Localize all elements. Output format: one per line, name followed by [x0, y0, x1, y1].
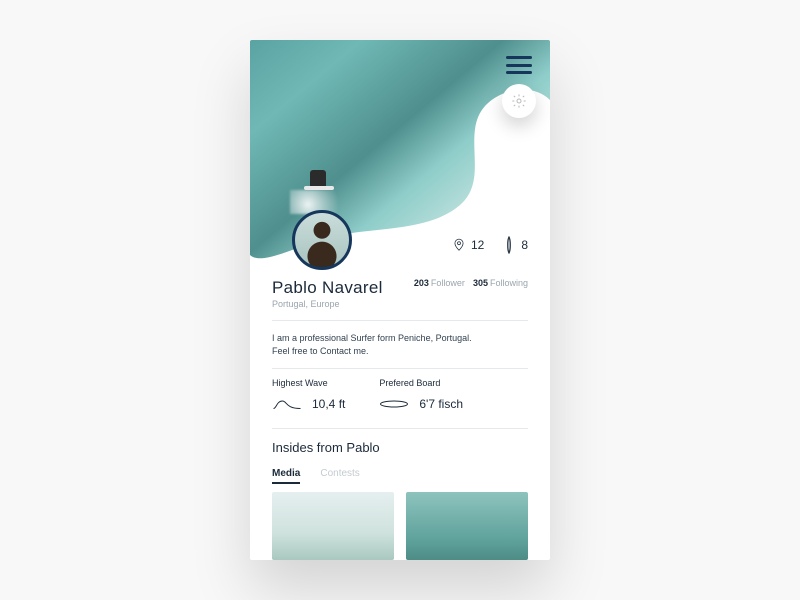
- menu-button[interactable]: [506, 56, 532, 74]
- pin-icon: [452, 236, 466, 254]
- spots-stat: 12: [452, 236, 484, 254]
- boards-stat: 8: [502, 236, 528, 254]
- following-stat[interactable]: 305Following: [473, 278, 528, 288]
- settings-button[interactable]: [502, 84, 536, 118]
- tab-contests[interactable]: Contests: [320, 468, 359, 484]
- metrics-row: Highest Wave 10,4 ft Prefered Board 6'7 …: [272, 378, 528, 412]
- profile-location: Portugal, Europe: [272, 299, 528, 309]
- highest-wave-metric: Highest Wave 10,4 ft: [272, 378, 345, 412]
- bio-line: Feel free to Contact me.: [272, 345, 528, 358]
- profile-card: 12 8 Pablo Navarel Portugal, Europe 203F…: [250, 40, 550, 560]
- following-label: Following: [490, 278, 528, 288]
- quick-stats: 12 8: [452, 236, 528, 254]
- bio: I am a professional Surfer form Peniche,…: [272, 332, 528, 358]
- metric-label: Highest Wave: [272, 378, 345, 388]
- media-thumb[interactable]: [272, 492, 394, 560]
- followers-label: Follower: [431, 278, 465, 288]
- metric-value: 10,4 ft: [312, 397, 345, 411]
- media-gallery: [272, 492, 528, 560]
- avatar[interactable]: [292, 210, 352, 270]
- section-title: Insides from Pablo: [272, 440, 380, 455]
- gallery-tabs: Media Contests: [272, 468, 360, 484]
- divider: [272, 320, 528, 321]
- prefered-board-metric: Prefered Board 6'7 fisch: [379, 378, 463, 412]
- surfboard-icon: [502, 236, 516, 254]
- surfer-figure: [310, 170, 326, 188]
- divider: [272, 428, 528, 429]
- following-count: 305: [473, 278, 488, 288]
- followers-count: 203: [414, 278, 429, 288]
- boards-count: 8: [521, 238, 528, 252]
- metric-value: 6'7 fisch: [419, 397, 463, 411]
- followers-stat[interactable]: 203Follower: [414, 278, 465, 288]
- board-icon: [379, 396, 409, 412]
- gear-icon: [511, 93, 527, 109]
- follow-stats: 203Follower 305Following: [414, 278, 528, 288]
- spots-count: 12: [471, 238, 484, 252]
- media-thumb[interactable]: [406, 492, 528, 560]
- divider: [272, 368, 528, 369]
- wave-icon: [272, 396, 302, 412]
- bio-line: I am a professional Surfer form Peniche,…: [272, 332, 528, 345]
- metric-label: Prefered Board: [379, 378, 463, 388]
- tab-media[interactable]: Media: [272, 468, 300, 484]
